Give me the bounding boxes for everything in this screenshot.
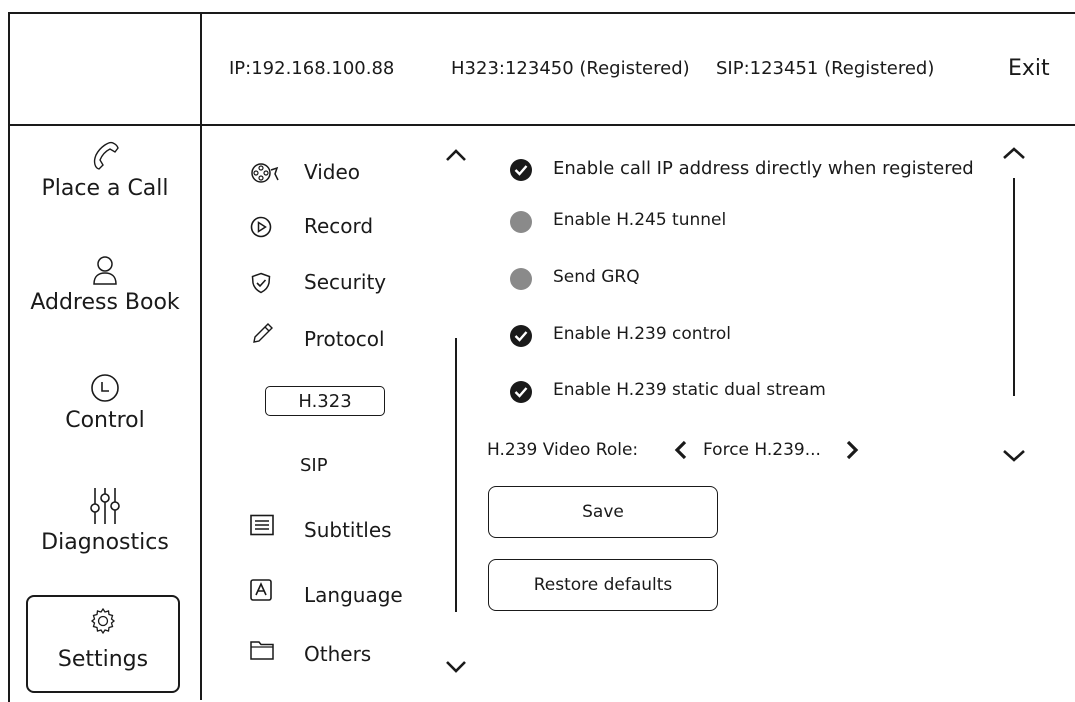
option-label: Enable H.239 static dual stream bbox=[553, 380, 826, 400]
restore-defaults-button[interactable]: Restore defaults bbox=[488, 559, 718, 611]
menu-item-label: Subtitles bbox=[304, 518, 392, 542]
chevron-right-icon[interactable] bbox=[845, 440, 859, 460]
nav-diagnostics[interactable]: Diagnostics bbox=[10, 486, 200, 555]
sliders-icon bbox=[90, 488, 120, 524]
gear-icon bbox=[90, 607, 116, 635]
options-scroll-up-icon[interactable] bbox=[1002, 146, 1026, 160]
sip-status: SIP:123451 (Registered) bbox=[716, 58, 935, 79]
option-label: Send GRQ bbox=[553, 267, 640, 287]
options-scroll-down-icon[interactable] bbox=[1002, 449, 1026, 463]
nav-label: Address Book bbox=[30, 290, 180, 315]
option-label: Enable H.245 tunnel bbox=[553, 210, 727, 230]
ip-status: IP:192.168.100.88 bbox=[229, 58, 395, 79]
menu-item-label: Record bbox=[304, 214, 374, 238]
menu-item-label: Security bbox=[304, 270, 387, 294]
chevron-left-icon[interactable] bbox=[674, 440, 688, 460]
menu-scroll-up-icon[interactable] bbox=[445, 148, 467, 162]
option-label: Enable call IP address directly when reg… bbox=[553, 158, 974, 179]
person-icon bbox=[93, 256, 117, 285]
options-scrollbar[interactable] bbox=[1013, 178, 1015, 396]
shield-icon bbox=[251, 272, 271, 294]
nav-settings[interactable]: Settings bbox=[26, 595, 180, 693]
nav-label: Diagnostics bbox=[41, 530, 169, 555]
nav-label: Settings bbox=[57, 647, 149, 672]
phone-icon bbox=[93, 141, 119, 170]
checkbox-checked-icon[interactable] bbox=[510, 381, 532, 403]
save-button[interactable]: Save bbox=[488, 486, 718, 538]
pencil-icon bbox=[253, 323, 273, 343]
record-icon bbox=[250, 216, 272, 238]
video-role-value[interactable]: Force H.239... bbox=[703, 440, 821, 460]
menu-item-label: Others bbox=[304, 642, 372, 666]
folder-icon bbox=[250, 641, 274, 660]
menu-scrollbar[interactable] bbox=[455, 338, 457, 612]
checkbox-checked-icon[interactable] bbox=[510, 159, 532, 181]
submenu-sip[interactable]: SIP bbox=[300, 455, 328, 476]
submenu-h323[interactable]: H.323 bbox=[265, 386, 385, 416]
menu-item-label: Video bbox=[304, 160, 361, 184]
nav-address-book[interactable]: Address Book bbox=[10, 254, 200, 315]
nav-place-a-call[interactable]: Place a Call bbox=[10, 140, 200, 201]
video-icon bbox=[251, 163, 279, 183]
menu-scroll-down-icon[interactable] bbox=[445, 660, 467, 674]
header-divider bbox=[8, 124, 1075, 126]
language-icon bbox=[250, 579, 272, 601]
nav-label: Control bbox=[65, 408, 145, 433]
nav-control[interactable]: Control bbox=[10, 372, 200, 433]
nav-label: Place a Call bbox=[41, 176, 169, 201]
checkbox-unchecked-icon[interactable] bbox=[510, 268, 532, 290]
exit-button[interactable]: Exit bbox=[1008, 56, 1050, 81]
menu-item-label: Protocol bbox=[304, 327, 385, 351]
checkbox-checked-icon[interactable] bbox=[510, 325, 532, 347]
subtitles-icon bbox=[250, 514, 274, 536]
h323-status: H323:123450 (Registered) bbox=[451, 58, 690, 79]
menu-item-label: Language bbox=[304, 583, 403, 607]
option-label: Enable H.239 control bbox=[553, 324, 731, 344]
checkbox-unchecked-icon[interactable] bbox=[510, 211, 532, 233]
clock-icon bbox=[91, 374, 119, 402]
sidebar-divider bbox=[200, 12, 202, 700]
video-role-label: H.239 Video Role: bbox=[487, 440, 639, 460]
